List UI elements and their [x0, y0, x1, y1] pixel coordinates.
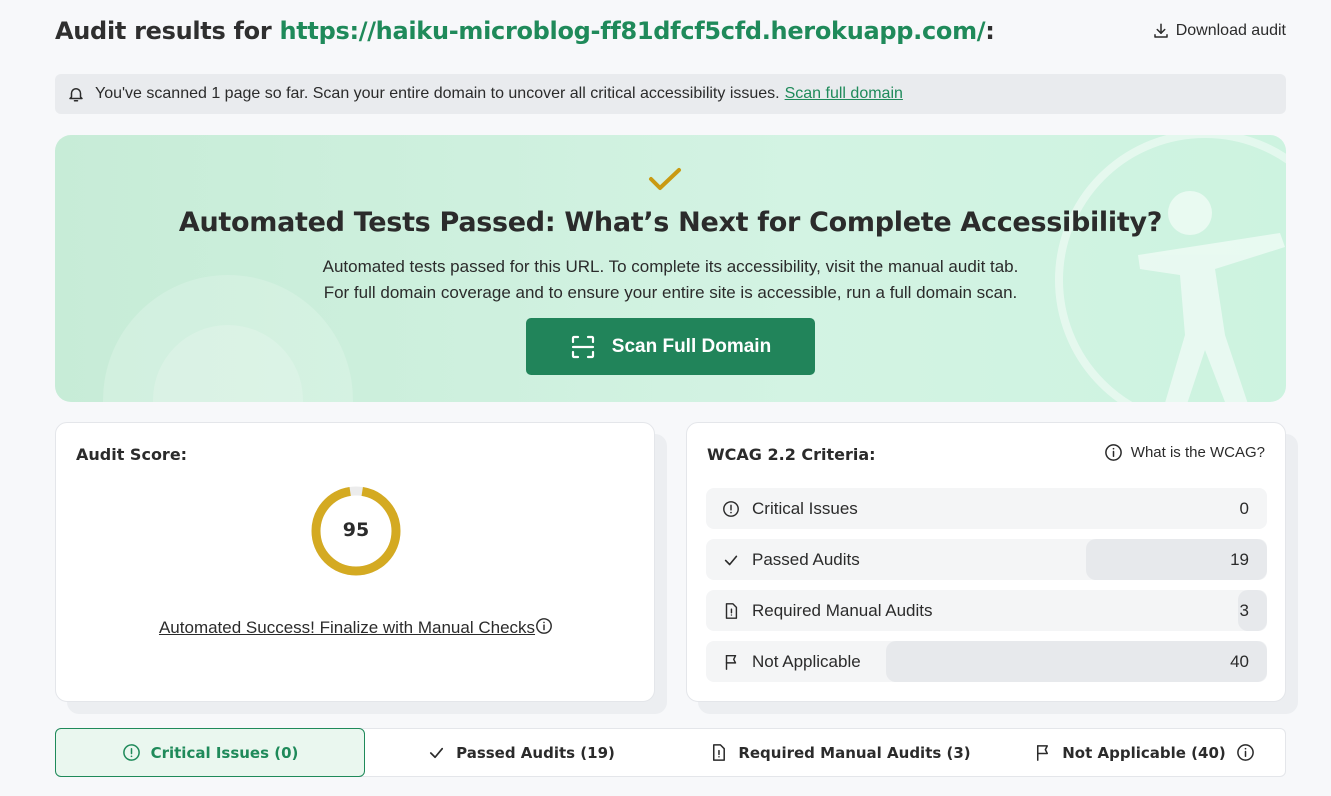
document-alert-icon [725, 602, 738, 619]
scan-full-domain-link[interactable]: Scan full domain [785, 85, 903, 103]
wcag-row-passed-audits: Passed Audits 19 [706, 539, 1267, 580]
audit-score-card: Audit Score: 95 Automated Success! Final… [55, 422, 655, 702]
tab-critical-issues[interactable]: Critical Issues (0) [55, 728, 365, 777]
banner-title: Automated Tests Passed: What’s Next for … [178, 207, 1163, 238]
tab-passed-audits[interactable]: Passed Audits (19) [365, 729, 677, 776]
audit-score-value: 95 [342, 519, 370, 541]
audited-url: https://haiku-microblog-ff81dfcf5cfd.her… [279, 17, 986, 45]
alert-circle-icon [122, 744, 140, 761]
page-header: Audit results for https://haiku-microblo… [55, 14, 1286, 50]
what-is-wcag-link[interactable]: What is the WCAG? [1104, 443, 1265, 462]
title-suffix: : [985, 17, 995, 45]
scan-icon [571, 335, 594, 358]
check-icon [430, 747, 444, 759]
wcag-row-count: 19 [1230, 549, 1249, 569]
wcag-row-label: Not Applicable [752, 651, 861, 671]
download-icon [1153, 23, 1168, 38]
wcag-row-bar [885, 641, 1267, 682]
wcag-row-required-manual-audits: Required Manual Audits 3 [706, 590, 1267, 631]
tab-label: Not Applicable (40) [1062, 743, 1226, 762]
wcag-row-not-applicable: Not Applicable 40 [706, 641, 1267, 682]
info-icon [1104, 444, 1122, 461]
alert-circle-icon [723, 500, 739, 517]
download-audit-button[interactable]: Download audit [1152, 22, 1286, 40]
wcag-row-critical-issues: Critical Issues 0 [706, 488, 1267, 529]
tab-label: Required Manual Audits (3) [738, 743, 971, 762]
flag-icon [725, 654, 737, 670]
wcag-row-label: Critical Issues [752, 498, 858, 518]
wcag-row-count: 0 [1239, 498, 1249, 518]
manual-checks-link-text[interactable]: Automated Success! Finalize with Manual … [159, 618, 535, 637]
what-is-wcag-label: What is the WCAG? [1130, 444, 1265, 461]
scan-full-domain-button[interactable]: Scan Full Domain [526, 318, 815, 375]
tests-passed-banner: Automated Tests Passed: What’s Next for … [55, 135, 1286, 402]
page-title: Audit results for https://haiku-microblo… [55, 14, 1286, 48]
wcag-criteria-card: WCAG 2.2 Criteria: What is the WCAG? Cri… [686, 422, 1286, 702]
document-alert-icon [713, 744, 726, 761]
wcag-row-label: Required Manual Audits [752, 600, 933, 620]
tab-label: Passed Audits (19) [456, 743, 615, 762]
notice-text: You've scanned 1 page so far. Scan your … [95, 85, 780, 102]
audit-category-tabs: Critical Issues (0) Passed Audits (19) R… [55, 728, 1286, 777]
manual-checks-link[interactable]: Automated Success! Finalize with Manual … [156, 615, 556, 641]
info-icon[interactable] [1236, 743, 1255, 762]
tab-not-applicable[interactable]: Not Applicable (40) [1003, 729, 1285, 776]
flag-icon [1037, 745, 1049, 761]
wcag-criteria-list: Critical Issues 0 Passed Audits 19 Requi… [706, 488, 1267, 692]
scan-full-domain-label: Scan Full Domain [611, 335, 772, 357]
bell-icon [69, 88, 83, 102]
wcag-row-count: 40 [1230, 651, 1249, 671]
banner-text-line-2: For full domain coverage and to ensure y… [323, 283, 1018, 302]
check-icon [724, 555, 738, 565]
wcag-criteria-title: WCAG 2.2 Criteria: [707, 445, 876, 464]
tab-label: Critical Issues (0) [150, 743, 299, 762]
title-prefix: Audit results for [55, 17, 280, 45]
download-audit-label: Download audit [1175, 22, 1286, 39]
audit-score-title: Audit Score: [76, 445, 188, 464]
wcag-row-label: Passed Audits [752, 549, 860, 569]
wcag-row-count: 3 [1239, 600, 1249, 620]
check-icon [649, 168, 681, 190]
banner-text-line-1: Automated tests passed for this URL. To … [322, 257, 1019, 276]
info-icon[interactable] [535, 617, 553, 635]
scan-notice-banner: You've scanned 1 page so far. Scan your … [55, 74, 1286, 114]
tab-required-manual-audits[interactable]: Required Manual Audits (3) [677, 729, 1003, 776]
